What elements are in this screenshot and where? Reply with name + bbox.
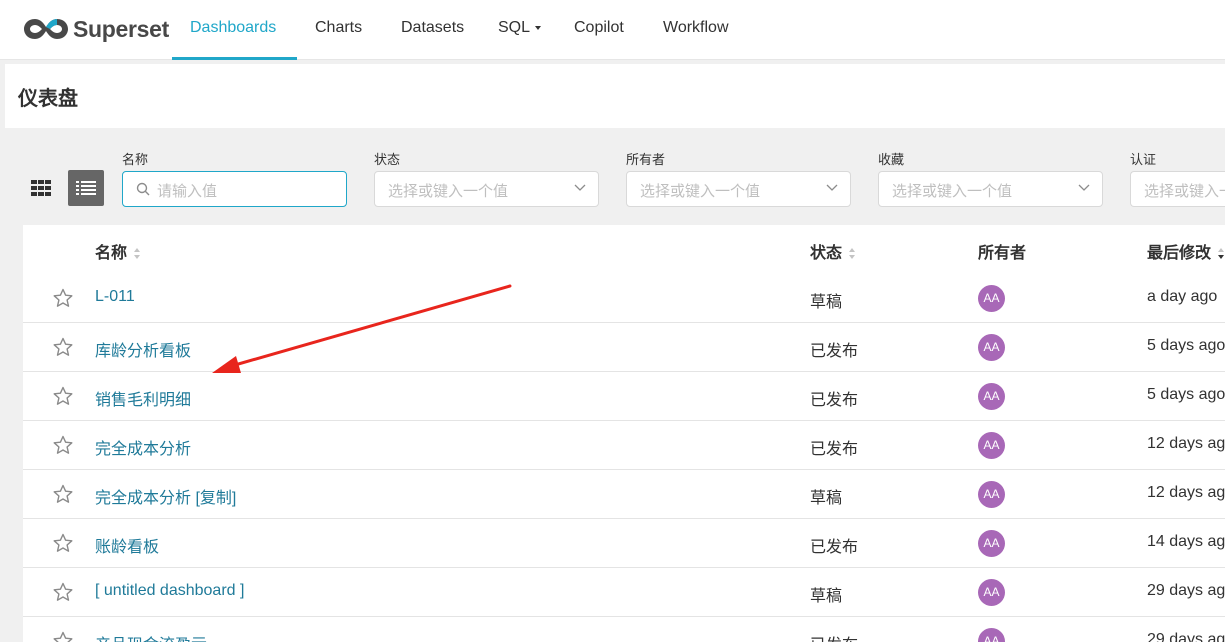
page-title: 仪表盘 — [18, 88, 78, 110]
dashboard-name-link[interactable]: 库龄分析看板 — [95, 337, 191, 361]
modified-time: 12 days ago — [1147, 435, 1225, 452]
table-row: 销售毛利明细 已发布 AA 5 days ago — [23, 372, 1225, 421]
filter-label-certified: 认证 — [1130, 152, 1157, 167]
chevron-down-icon — [1078, 184, 1090, 191]
sort-icon — [849, 247, 856, 260]
status-placeholder: 选择或键入一个值 — [388, 183, 509, 200]
page-header: 仪表盘 — [5, 64, 1225, 128]
star-icon[interactable] — [53, 386, 73, 406]
dashboard-table: 名称 状态 所有者 最后修改 L-011 草稿 AA a day ago 库龄分析看板已… — [23, 225, 1225, 642]
nav-copilot[interactable]: Copilot — [574, 0, 624, 60]
status-text: 已发布 — [810, 392, 859, 409]
favorite-placeholder: 选择或键入一个值 — [892, 183, 1013, 200]
avatar[interactable]: AA — [978, 383, 1005, 410]
column-header-status[interactable]: 状态 — [810, 239, 856, 263]
avatar[interactable]: AA — [978, 334, 1005, 361]
card-view-toggle[interactable] — [23, 170, 59, 206]
status-text: 草稿 — [810, 294, 843, 311]
status-text: 草稿 — [810, 490, 843, 507]
list-icon — [76, 181, 96, 195]
status-text: 已发布 — [810, 631, 858, 642]
table-row: 完全成本分析 [复制] 草稿 AA 12 days ago — [23, 470, 1225, 519]
status-select[interactable]: 选择或键入一个值 — [374, 171, 599, 207]
top-navbar: Superset Dashboards Charts Datasets SQL … — [0, 0, 1225, 60]
dashboard-name-link[interactable]: 完全成本分析 — [95, 435, 191, 459]
filter-label-favorite: 收藏 — [878, 152, 905, 167]
star-icon[interactable] — [53, 435, 73, 455]
star-icon[interactable] — [53, 631, 73, 642]
filter-label-name: 名称 — [122, 152, 149, 167]
nav-charts[interactable]: Charts — [315, 0, 362, 60]
sort-desc-icon — [1218, 247, 1225, 260]
nav-sql-label: SQL — [498, 19, 531, 36]
brand-name: Superset — [73, 15, 170, 42]
brand-logo-link[interactable]: Superset — [22, 12, 169, 46]
avatar[interactable]: AA — [978, 481, 1005, 508]
caret-down-icon — [535, 25, 542, 30]
table-row: [ untitled dashboard ] 草稿 AA 29 days ago — [23, 568, 1225, 617]
search-icon — [136, 182, 150, 196]
superset-logo-icon — [24, 19, 68, 39]
nav-datasets[interactable]: Datasets — [401, 0, 464, 60]
avatar[interactable]: AA — [978, 285, 1005, 312]
column-header-name[interactable]: 名称 — [95, 239, 141, 263]
star-icon[interactable] — [53, 582, 73, 602]
star-icon[interactable] — [53, 533, 73, 553]
modified-time: 29 days ago — [1147, 631, 1225, 642]
column-header-status-label: 状态 — [810, 245, 843, 262]
chevron-down-icon — [574, 184, 586, 191]
modified-time: 29 days ago — [1147, 582, 1225, 599]
name-search-input[interactable]: 请输入值 — [122, 171, 347, 207]
table-row: 完全成本分析 已发布 AA 12 days ago — [23, 421, 1225, 470]
modified-time: 5 days ago — [1147, 337, 1225, 354]
dashboard-name-link[interactable]: L-011 — [95, 288, 135, 306]
avatar[interactable]: AA — [978, 530, 1005, 557]
chevron-down-icon — [826, 184, 838, 191]
star-icon[interactable] — [53, 337, 73, 357]
certified-placeholder: 选择或键入一个值 — [1144, 183, 1225, 200]
avatar[interactable]: AA — [978, 579, 1005, 606]
nav-sql[interactable]: SQL — [498, 0, 542, 60]
table-row: 库龄分析看板 已发布 AA 5 days ago — [23, 323, 1225, 372]
modified-time: 5 days ago — [1147, 386, 1225, 403]
grid-icon — [31, 179, 51, 196]
avatar[interactable]: AA — [978, 432, 1005, 459]
column-header-modified[interactable]: 最后修改 — [1147, 239, 1225, 263]
status-text: 已发布 — [810, 343, 859, 360]
status-text: 已发布 — [810, 539, 859, 556]
sort-icon — [134, 247, 141, 260]
search-placeholder: 请输入值 — [157, 183, 218, 200]
dashboard-name-link[interactable]: 完全成本分析 [复制] — [95, 484, 236, 508]
list-view-toggle[interactable] — [68, 170, 104, 206]
table-row: 产品现金流盈亏 已发布 AA 29 days ago — [23, 617, 1225, 642]
column-header-modified-label: 最后修改 — [1147, 245, 1212, 262]
certified-select[interactable]: 选择或键入一个值 — [1130, 171, 1225, 207]
table-row: L-011 草稿 AA a day ago — [23, 274, 1225, 323]
filter-label-owner: 所有者 — [626, 152, 666, 167]
modified-time: a day ago — [1147, 288, 1218, 305]
modified-time: 12 days ago — [1147, 484, 1225, 501]
column-header-name-label: 名称 — [95, 245, 128, 262]
dashboard-name-link[interactable]: 销售毛利明细 — [95, 386, 191, 410]
nav-workflow[interactable]: Workflow — [663, 0, 729, 60]
status-text: 草稿 — [810, 588, 843, 605]
dashboard-name-link[interactable]: 产品现金流盈亏 — [95, 631, 207, 642]
owner-placeholder: 选择或键入一个值 — [640, 183, 761, 200]
modified-time: 14 days ago — [1147, 533, 1225, 550]
nav-dashboards[interactable]: Dashboards — [190, 0, 276, 60]
filter-label-status: 状态 — [374, 152, 401, 167]
active-tab-indicator — [172, 57, 297, 60]
table-row: 账龄看板 已发布 AA 14 days ago — [23, 519, 1225, 568]
avatar[interactable]: AA — [978, 628, 1005, 642]
star-icon[interactable] — [53, 288, 73, 308]
dashboard-name-link[interactable]: 账龄看板 — [95, 533, 159, 557]
column-header-owners: 所有者 — [978, 245, 1027, 262]
owner-select[interactable]: 选择或键入一个值 — [626, 171, 851, 207]
star-icon[interactable] — [53, 484, 73, 504]
dashboard-name-link[interactable]: [ untitled dashboard ] — [95, 582, 244, 600]
status-text: 已发布 — [810, 441, 859, 458]
favorite-select[interactable]: 选择或键入一个值 — [878, 171, 1103, 207]
